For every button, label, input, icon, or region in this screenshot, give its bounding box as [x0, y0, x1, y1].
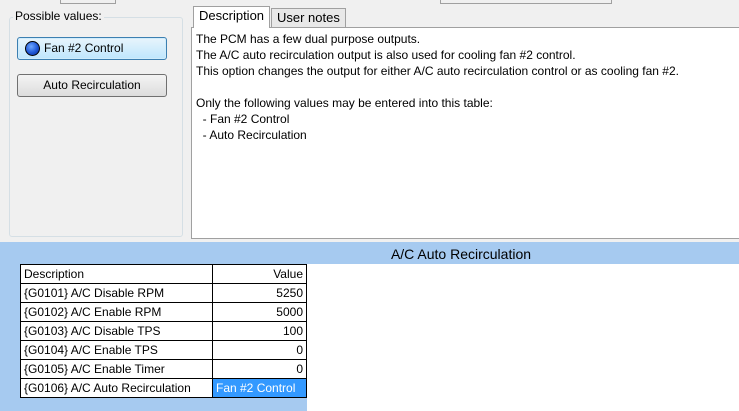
- tab-user-notes[interactable]: User notes: [271, 8, 346, 28]
- radio-selected-icon: [25, 41, 40, 56]
- selected-value-cell[interactable]: Fan #2 Control: [212, 378, 307, 398]
- possible-values-title: Possible values:: [13, 9, 104, 23]
- table-row[interactable]: {G0101} A/C Disable RPM 5250: [20, 283, 307, 303]
- top-strip: [0, 0, 739, 4]
- description-line: This option changes the output for eithe…: [196, 64, 679, 78]
- option-label: Fan #2 Control: [44, 41, 124, 55]
- table-title: A/C Auto Recirculation: [390, 246, 532, 262]
- table-row[interactable]: {G0105} A/C Enable Timer 0: [20, 359, 307, 379]
- fan2-control-button[interactable]: Fan #2 Control: [17, 37, 167, 60]
- row-description: {G0105} A/C Enable Timer: [20, 359, 213, 379]
- description-line: The A/C auto recirculation output is als…: [196, 48, 576, 62]
- row-description: {G0101} A/C Disable RPM: [20, 283, 213, 303]
- row-description: {G0103} A/C Disable TPS: [20, 321, 213, 341]
- row-value[interactable]: 100: [212, 321, 307, 341]
- table-row[interactable]: {G0104} A/C Enable TPS 0: [20, 340, 307, 360]
- description-line: The PCM has a few dual purpose outputs.: [196, 32, 421, 46]
- header-value: Value: [212, 264, 307, 284]
- description-panel: The PCM has a few dual purpose outputs. …: [191, 27, 739, 239]
- table-header-row: Description Value: [20, 264, 307, 284]
- table-row[interactable]: {G0103} A/C Disable TPS 100: [20, 321, 307, 341]
- row-value[interactable]: 0: [212, 340, 307, 360]
- table-row-selected[interactable]: {G0106} A/C Auto Recirculation Fan #2 Co…: [20, 378, 307, 398]
- table-row[interactable]: {G0102} A/C Enable RPM 5000: [20, 302, 307, 322]
- description-line: [196, 79, 735, 95]
- row-description: {G0104} A/C Enable TPS: [20, 340, 213, 360]
- row-description: {G0106} A/C Auto Recirculation: [20, 378, 213, 398]
- table-blank-area: [307, 264, 739, 411]
- top-tab-fragment: [440, 0, 612, 4]
- header-description: Description: [20, 264, 213, 284]
- description-line: - Auto Recirculation: [196, 128, 307, 142]
- row-value[interactable]: 0: [212, 359, 307, 379]
- top-tab-fragment: [60, 0, 116, 4]
- parameter-table: Description Value {G0101} A/C Disable RP…: [20, 264, 307, 398]
- row-value[interactable]: 5250: [212, 283, 307, 303]
- row-value[interactable]: 5000: [212, 302, 307, 322]
- auto-recirculation-button[interactable]: Auto Recirculation: [17, 74, 167, 97]
- description-line: - Fan #2 Control: [196, 112, 290, 126]
- row-description: {G0102} A/C Enable RPM: [20, 302, 213, 322]
- tab-description[interactable]: Description: [193, 6, 271, 28]
- option-label: Auto Recirculation: [43, 78, 141, 92]
- description-line: Only the following values may be entered…: [196, 96, 493, 110]
